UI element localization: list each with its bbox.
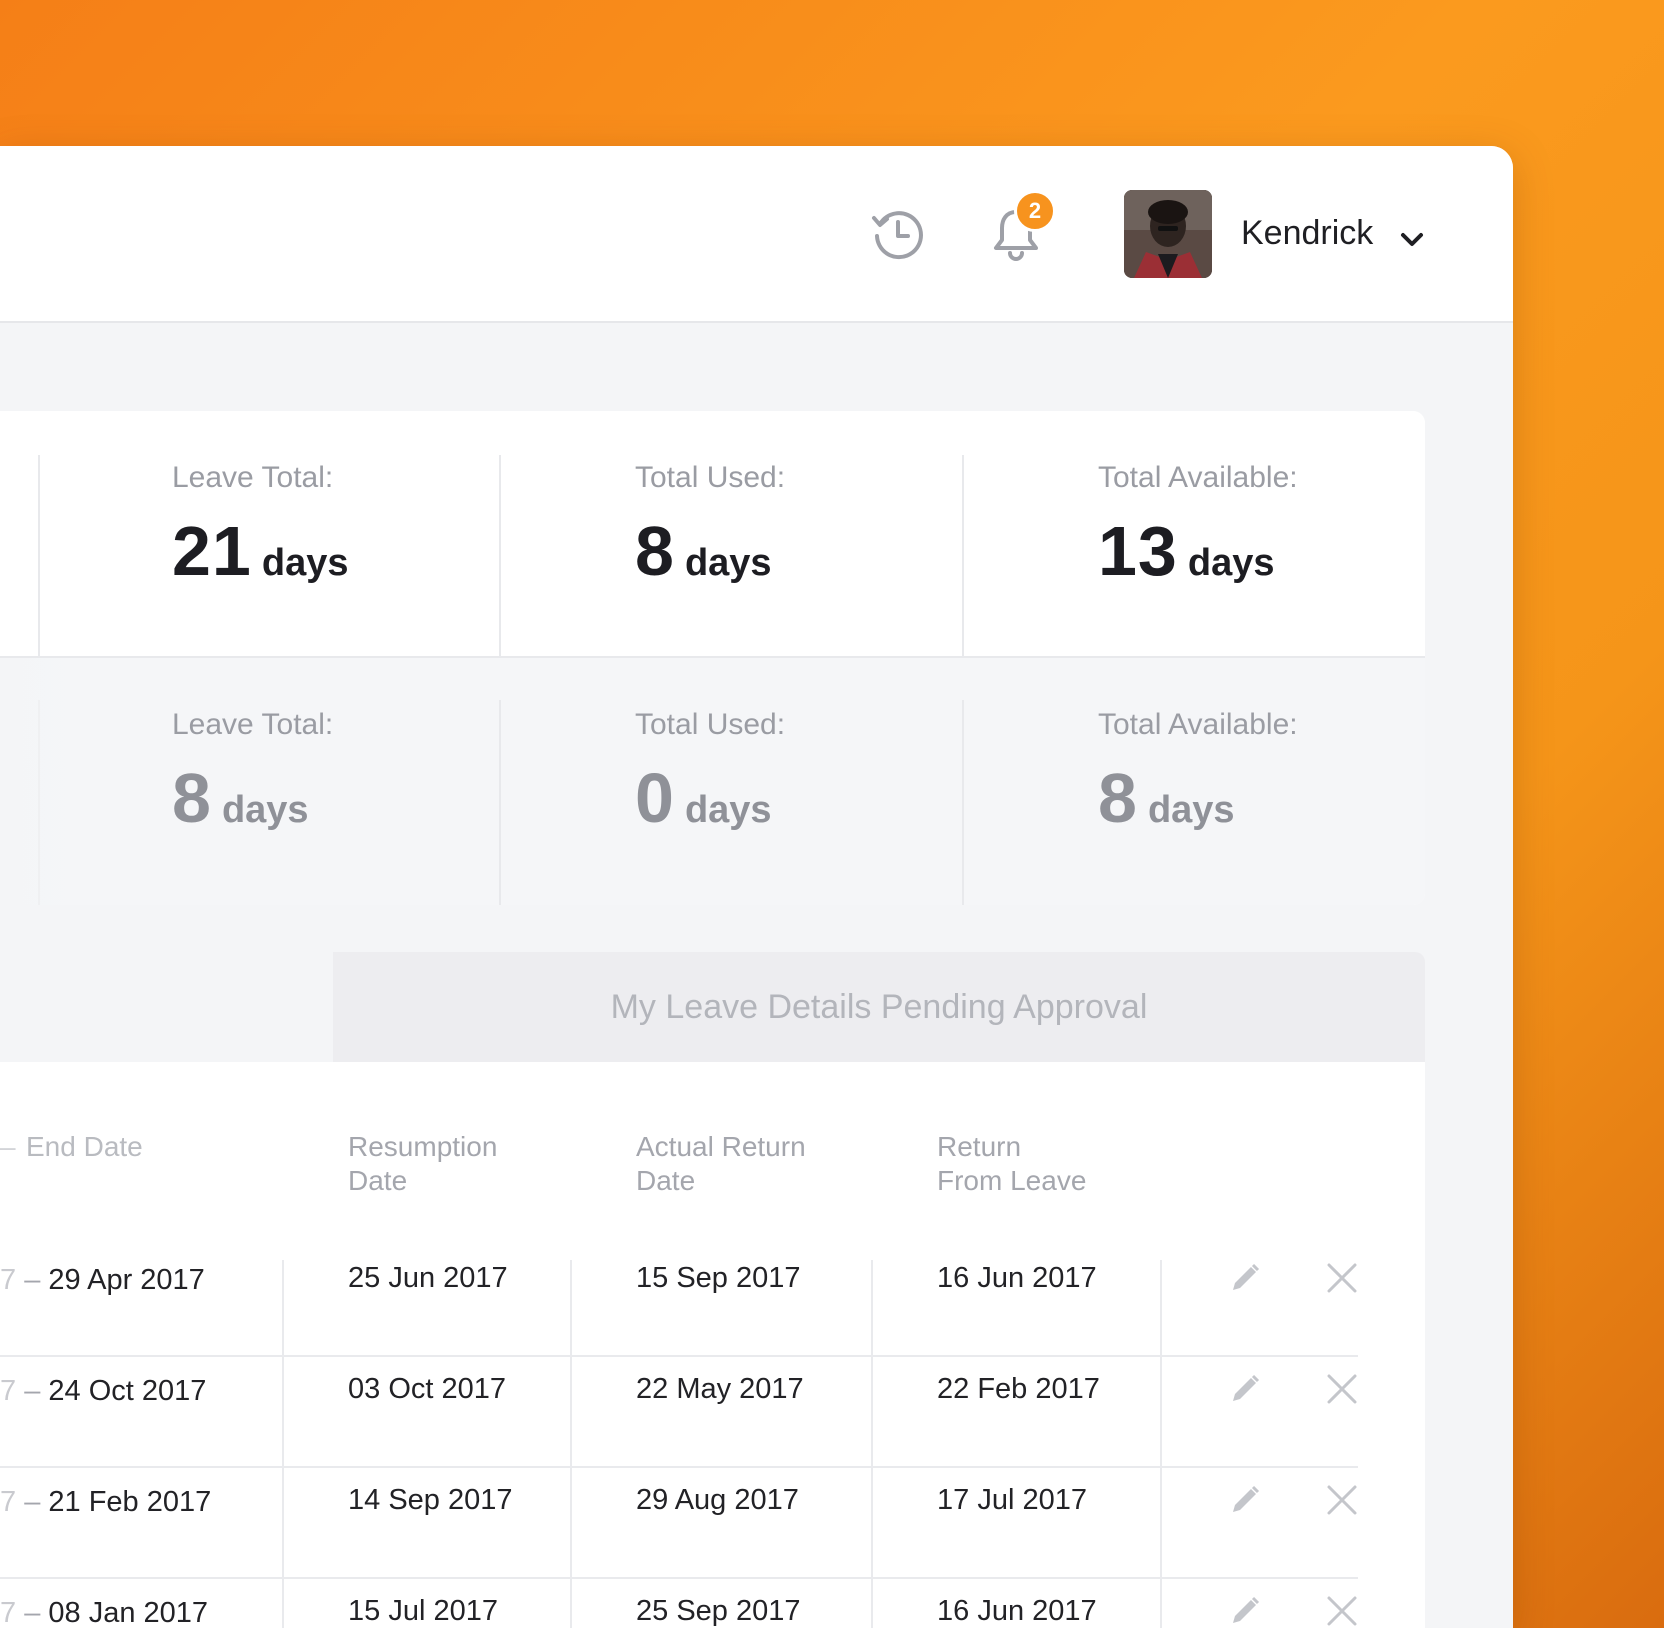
table-row: 7 – 29 Apr 2017 25 Jun 2017 15 Sep 2017 … xyxy=(0,1246,1358,1357)
resumption-date-cell: 25 Jun 2017 xyxy=(348,1262,508,1294)
return-from-leave-cell: 16 Jun 2017 xyxy=(937,1595,1097,1627)
delete-button[interactable] xyxy=(1322,1258,1362,1298)
actual-return-date-header: Actual Return Date xyxy=(636,1131,806,1196)
delete-button[interactable] xyxy=(1322,1369,1362,1409)
total-used-value: 0 days xyxy=(635,759,772,837)
return-from-leave-header: Return From Leave xyxy=(937,1131,1087,1196)
actual-return-date-cell: 25 Sep 2017 xyxy=(636,1595,801,1627)
resumption-date-cell: 14 Sep 2017 xyxy=(348,1484,513,1516)
divider xyxy=(570,1357,572,1468)
total-available-label: Total Available: xyxy=(1098,708,1298,741)
fade-overlay xyxy=(0,658,90,905)
edit-button[interactable] xyxy=(1225,1369,1265,1409)
divider xyxy=(871,1579,873,1628)
user-menu-toggle[interactable] xyxy=(1397,224,1427,254)
user-name[interactable]: Kendrick xyxy=(1241,214,1373,253)
pencil-icon xyxy=(1233,1263,1260,1290)
actual-return-date-cell: 29 Aug 2017 xyxy=(636,1484,799,1516)
table-row: 7 – 08 Jan 2017 15 Jul 2017 25 Sep 2017 … xyxy=(0,1579,1358,1628)
close-icon xyxy=(1327,1485,1357,1515)
leave-summary-card: Leave Total: 21 days Total Used: 8 days To… xyxy=(0,411,1425,905)
notification-badge: 2 xyxy=(1014,190,1056,232)
total-available-value: 13 days xyxy=(1098,512,1275,590)
divider xyxy=(1160,1260,1162,1357)
divider xyxy=(1160,1468,1162,1579)
end-date-cell: 7 – 24 Oct 2017 xyxy=(0,1375,207,1407)
end-date-cell: 7 – 29 Apr 2017 xyxy=(0,1264,205,1296)
return-from-leave-cell: 16 Jun 2017 xyxy=(937,1262,1097,1294)
pencil-icon xyxy=(1233,1374,1260,1401)
leave-total-label: Leave Total: xyxy=(172,708,334,741)
divider xyxy=(1160,1357,1162,1468)
total-used-label: Total Used: xyxy=(635,708,786,741)
divider xyxy=(282,1357,284,1468)
history-icon xyxy=(872,211,923,260)
pencil-icon xyxy=(1233,1485,1260,1512)
end-date-cell: 7 – 08 Jan 2017 xyxy=(0,1597,209,1628)
tabs-bar: My Leave Details Pending Approval xyxy=(333,952,1425,1062)
history-button[interactable] xyxy=(866,202,930,266)
end-date-header-prefix: – xyxy=(0,1131,16,1162)
leave-total-value: 21 days xyxy=(172,512,349,590)
total-available-value: 8 days xyxy=(1098,759,1235,837)
top-bar: 2 Kendrick xyxy=(0,146,1513,323)
delete-button[interactable] xyxy=(1322,1480,1362,1520)
divider xyxy=(962,700,964,905)
edit-button[interactable] xyxy=(1225,1480,1265,1520)
divider xyxy=(499,700,501,905)
divider xyxy=(962,455,964,658)
actual-return-date-cell: 15 Sep 2017 xyxy=(636,1262,801,1294)
total-used-value: 8 days xyxy=(635,512,772,590)
leave-total-value: 8 days xyxy=(172,759,309,837)
leave-table: – End Date Resumption Date Actual Return D… xyxy=(0,1062,1425,1628)
return-from-leave-cell: 22 Feb 2017 xyxy=(937,1373,1100,1405)
total-available-label: Total Available: xyxy=(1098,461,1298,494)
avatar[interactable] xyxy=(1124,190,1212,278)
table-row: 7 – 24 Oct 2017 03 Oct 2017 22 May 2017 … xyxy=(0,1357,1358,1468)
leave-total-label: Leave Total: xyxy=(172,461,334,494)
end-date-header: End Date xyxy=(26,1131,143,1162)
divider xyxy=(38,455,40,658)
divider xyxy=(871,1357,873,1468)
table-row: 7 – 21 Feb 2017 14 Sep 2017 29 Aug 2017 … xyxy=(0,1468,1358,1579)
close-icon xyxy=(1327,1263,1357,1293)
divider xyxy=(871,1260,873,1357)
total-used-label: Total Used: xyxy=(635,461,786,494)
divider xyxy=(282,1468,284,1579)
divider xyxy=(282,1260,284,1357)
leave-summary-row: Leave Total: 21 days Total Used: 8 days To… xyxy=(0,411,1425,658)
divider xyxy=(570,1260,572,1357)
resumption-date-header: Resumption Date xyxy=(348,1131,498,1196)
edit-button[interactable] xyxy=(1225,1591,1265,1628)
close-icon xyxy=(1327,1374,1357,1404)
leave-summary-row: Leave Total: 8 days Total Used: 0 days Tot… xyxy=(0,658,1425,905)
app-window: 2 Kendrick Leave Total: 21 days Total Us… xyxy=(0,146,1513,1628)
resumption-date-cell: 03 Oct 2017 xyxy=(348,1373,506,1405)
return-from-leave-cell: 17 Jul 2017 xyxy=(937,1484,1087,1516)
divider xyxy=(570,1468,572,1579)
delete-button[interactable] xyxy=(1322,1591,1362,1628)
resumption-date-cell: 15 Jul 2017 xyxy=(348,1595,498,1627)
divider xyxy=(499,455,501,658)
avatar-image xyxy=(1124,190,1212,278)
tab-pending-approval[interactable]: My Leave Details Pending Approval xyxy=(333,952,1425,1062)
chevron-down-icon xyxy=(1401,233,1423,246)
divider xyxy=(282,1579,284,1628)
close-icon xyxy=(1327,1596,1357,1626)
end-date-cell: 7 – 21 Feb 2017 xyxy=(0,1486,212,1518)
pencil-icon xyxy=(1233,1596,1260,1623)
divider xyxy=(570,1579,572,1628)
edit-button[interactable] xyxy=(1225,1258,1265,1298)
divider xyxy=(871,1468,873,1579)
actual-return-date-cell: 22 May 2017 xyxy=(636,1373,804,1405)
divider xyxy=(1160,1579,1162,1628)
